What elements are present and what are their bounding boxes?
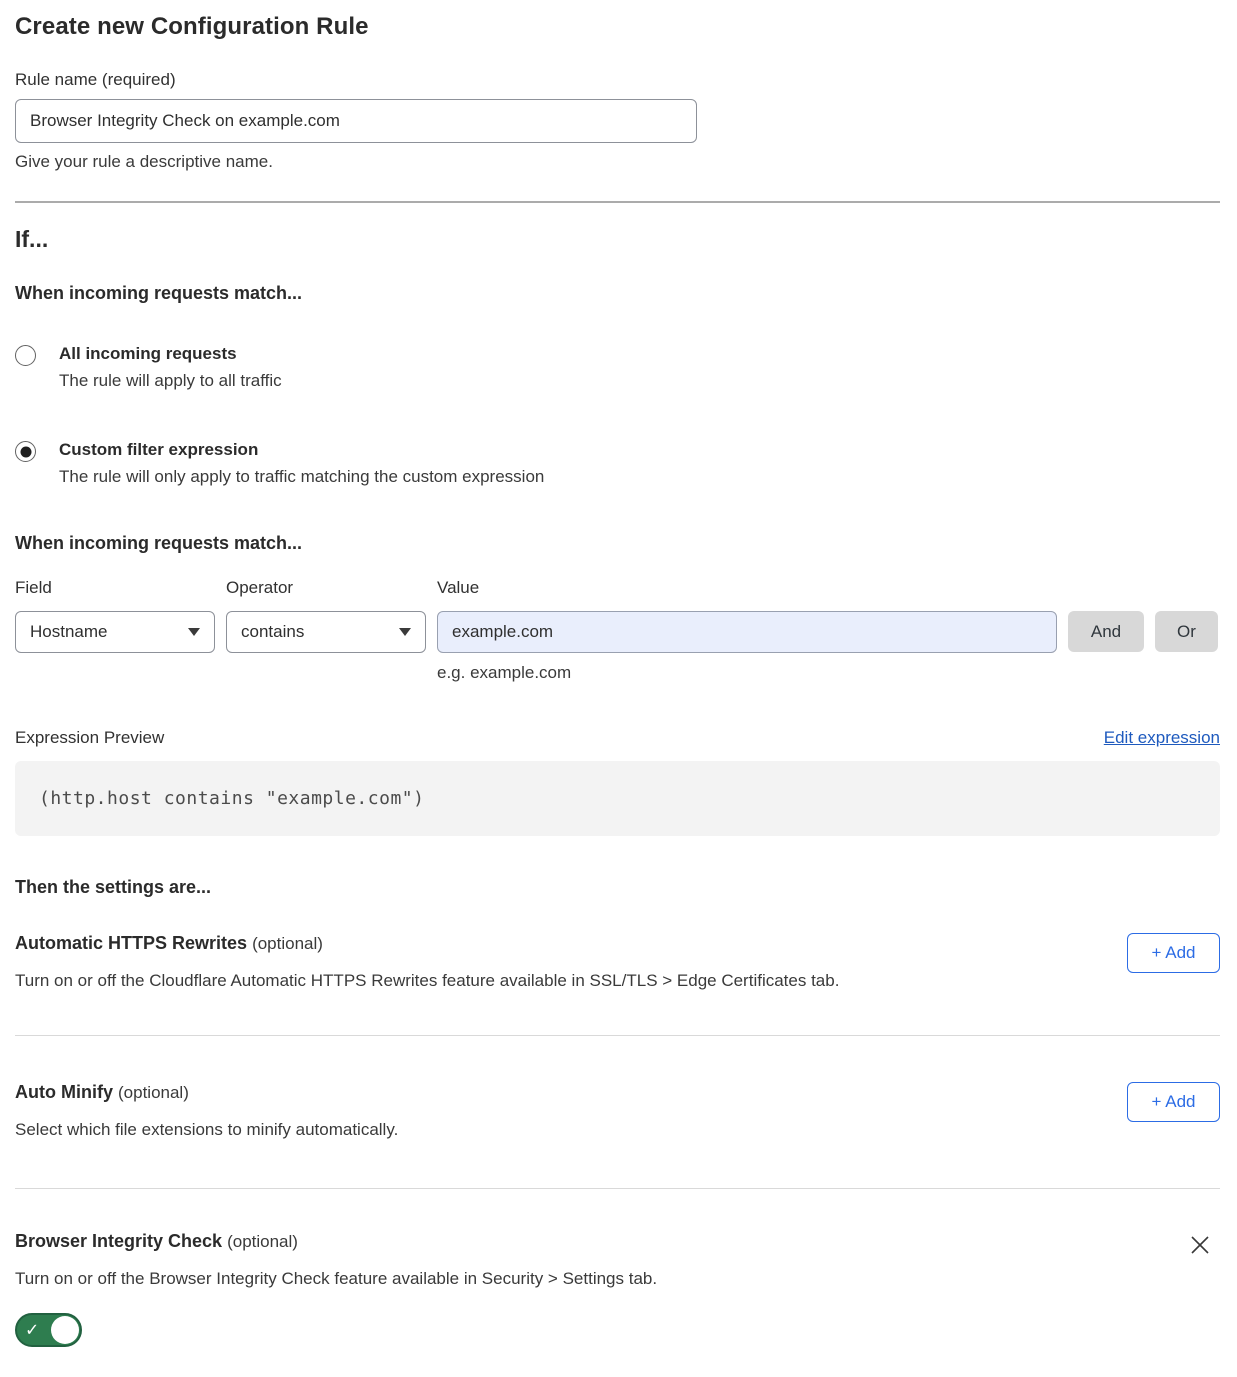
setting-divider [15, 1188, 1220, 1189]
operator-select[interactable]: contains [226, 611, 426, 653]
setting-texts: Browser Integrity Check (optional) Turn … [15, 1231, 657, 1347]
if-heading: If... [15, 226, 1220, 253]
chevron-down-icon [188, 628, 200, 636]
browser-integrity-check-toggle[interactable]: ✓ [15, 1313, 82, 1347]
value-hint: e.g. example.com [437, 663, 1057, 683]
field-select-value: Hostname [30, 622, 107, 642]
setting-texts: Automatic HTTPS Rewrites (optional) Turn… [15, 933, 839, 991]
setting-texts: Auto Minify (optional) Select which file… [15, 1082, 398, 1140]
setting-automatic-https-rewrites: Automatic HTTPS Rewrites (optional) Turn… [15, 933, 1220, 991]
field-label: Field [15, 578, 215, 598]
setting-optional-tag: (optional) [227, 1232, 298, 1251]
rule-name-input[interactable] [15, 99, 697, 143]
radio-button-checked[interactable] [15, 441, 36, 462]
setting-description: Turn on or off the Browser Integrity Che… [15, 1269, 657, 1289]
operator-select-value: contains [241, 622, 304, 642]
radio-label: Custom filter expression [59, 440, 544, 460]
field-select[interactable]: Hostname [15, 611, 215, 653]
radio-option-custom-filter[interactable]: Custom filter expression The rule will o… [15, 440, 1220, 487]
add-auto-minify-button[interactable]: + Add [1127, 1082, 1220, 1122]
setting-browser-integrity-check: Browser Integrity Check (optional) Turn … [15, 1231, 1220, 1347]
setting-optional-tag: (optional) [252, 934, 323, 953]
setting-description: Turn on or off the Cloudflare Automatic … [15, 971, 839, 991]
setting-divider [15, 1035, 1220, 1036]
setting-description: Select which file extensions to minify a… [15, 1120, 398, 1140]
toggle-knob [51, 1316, 79, 1344]
section-divider [15, 201, 1220, 203]
then-settings-heading: Then the settings are... [15, 877, 1220, 898]
expression-preview-header: Expression Preview Edit expression [15, 728, 1220, 748]
expression-preview-code: (http.host contains "example.com") [15, 761, 1220, 836]
setting-optional-tag: (optional) [118, 1083, 189, 1102]
setting-title: Automatic HTTPS Rewrites [15, 933, 247, 953]
operator-label: Operator [226, 578, 426, 598]
radio-option-all-requests[interactable]: All incoming requests The rule will appl… [15, 344, 1220, 391]
expression-preview-label: Expression Preview [15, 728, 164, 748]
value-input[interactable] [437, 611, 1057, 653]
page-title: Create new Configuration Rule [15, 13, 1220, 41]
match-heading: When incoming requests match... [15, 283, 1220, 304]
radio-description: The rule will only apply to traffic matc… [59, 467, 544, 487]
add-automatic-https-rewrites-button[interactable]: + Add [1127, 933, 1220, 973]
remove-setting-button[interactable] [1188, 1233, 1212, 1257]
rule-name-label: Rule name (required) [15, 70, 1220, 90]
rule-name-help: Give your rule a descriptive name. [15, 152, 1220, 172]
radio-button-unchecked[interactable] [15, 345, 36, 366]
radio-option-texts: Custom filter expression The rule will o… [59, 440, 544, 487]
radio-label: All incoming requests [59, 344, 282, 364]
setting-title: Browser Integrity Check [15, 1231, 222, 1251]
builder-heading: When incoming requests match... [15, 533, 1220, 554]
and-button[interactable]: And [1068, 611, 1144, 652]
create-configuration-rule-form: Create new Configuration Rule Rule name … [0, 0, 1237, 1367]
setting-auto-minify: Auto Minify (optional) Select which file… [15, 1082, 1220, 1140]
expression-builder-row: Field Operator Value Hostname contains A… [15, 578, 1220, 683]
close-icon [1188, 1233, 1212, 1257]
value-label: Value [437, 578, 1057, 598]
setting-title: Auto Minify [15, 1082, 113, 1102]
or-button[interactable]: Or [1155, 611, 1218, 652]
radio-option-texts: All incoming requests The rule will appl… [59, 344, 282, 391]
chevron-down-icon [399, 628, 411, 636]
check-icon: ✓ [25, 1322, 39, 1339]
radio-description: The rule will apply to all traffic [59, 371, 282, 391]
edit-expression-link[interactable]: Edit expression [1104, 728, 1220, 748]
